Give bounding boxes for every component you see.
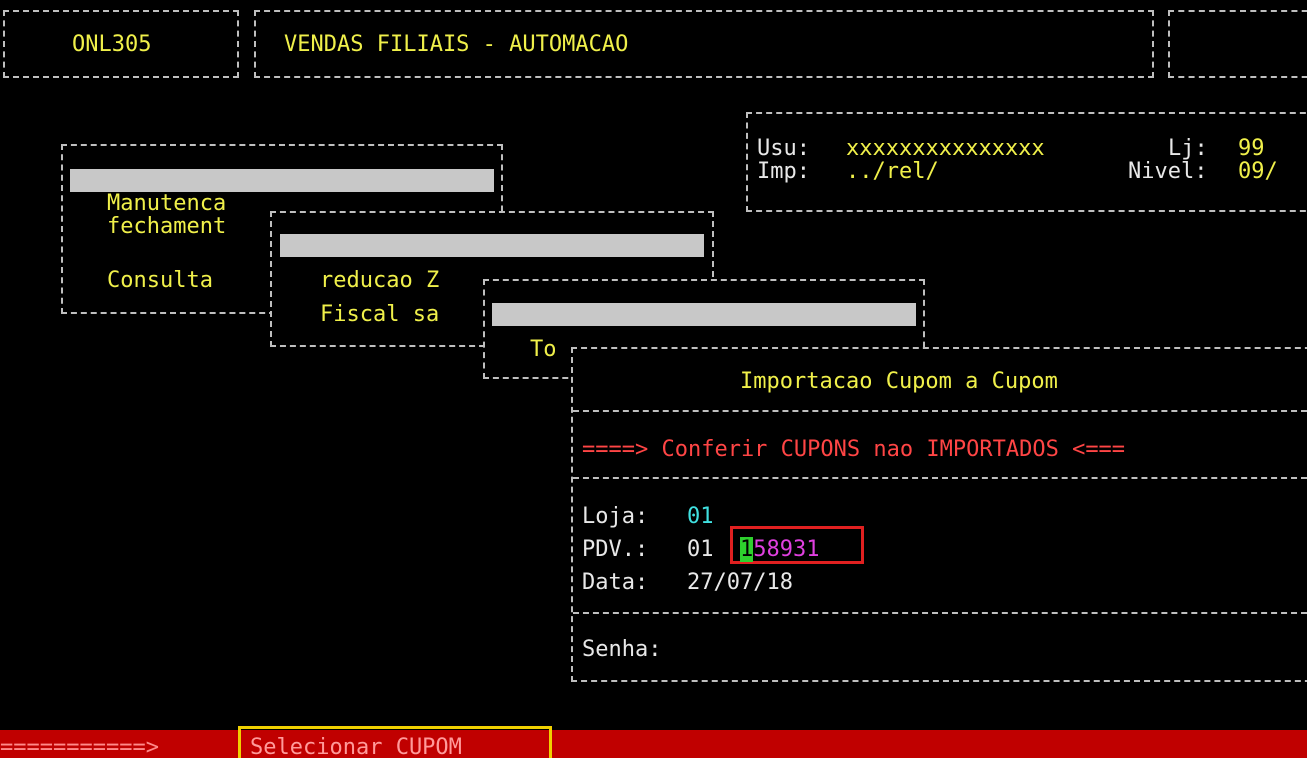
cupom-number-input[interactable]: 158931: [740, 537, 820, 562]
data-label: Data:: [582, 570, 649, 595]
pdv-label: PDV.:: [582, 537, 649, 562]
menu2-item-fiscal[interactable]: Fiscal sa: [320, 303, 439, 326]
menu1-item-fechamento[interactable]: fechament: [107, 215, 226, 238]
menu1-item-consulta[interactable]: Consulta: [107, 269, 213, 292]
import-dialog: [571, 347, 1307, 682]
status-action-label[interactable]: Selecionar CUPOM: [250, 736, 462, 758]
dialog-banner: ====> Conferir CUPONS nao IMPORTADOS <==…: [582, 437, 1126, 462]
menu1-item-importacoes[interactable]: û Importacoes: [70, 169, 494, 215]
dialog-separator-2: [573, 477, 1307, 479]
menu1-item-manutencao[interactable]: Manutenca: [107, 192, 226, 215]
cupom-number-rest: 58931: [753, 537, 820, 562]
user-info-box: [746, 112, 1307, 212]
menu3-item-cupom-a-cupom[interactable]: û Cupom a cupom: [492, 303, 916, 349]
loja-label: Loja:: [582, 504, 649, 529]
senha-input[interactable]: [694, 638, 1094, 661]
dialog-separator-1: [573, 410, 1307, 412]
data-value: 27/07/18: [687, 570, 793, 595]
imp-value: ../rel/: [846, 159, 939, 184]
menu2-marker: û: [306, 256, 320, 281]
usu-label: Usu:: [757, 136, 810, 161]
pdv-value: 01: [687, 537, 714, 562]
dialog-separator-3: [573, 612, 1307, 614]
loja-value: 01: [687, 504, 714, 529]
screen-title: VENDAS FILIAIS - AUTOMACAO: [284, 32, 629, 57]
lj-label: Lj:: [1168, 136, 1208, 161]
nivel-value: 09/: [1238, 159, 1278, 184]
menu2-item-cupons[interactable]: û cuPons: [280, 234, 704, 280]
status-arrow: ===========>: [0, 735, 159, 758]
senha-label: Senha:: [582, 637, 662, 662]
lj-value: 99: [1238, 136, 1265, 161]
right-header-box: [1168, 10, 1307, 78]
program-code: ONL305: [72, 32, 152, 57]
status-bar: [0, 730, 1307, 758]
imp-label: Imp:: [757, 159, 810, 184]
menu2-item-reducao-z[interactable]: reducao Z: [320, 269, 439, 292]
menu3-item-todos[interactable]: To: [530, 338, 557, 361]
nivel-label: Nivel:: [1128, 159, 1208, 184]
dialog-title: Importacao Cupom a Cupom: [740, 369, 1058, 394]
cupom-cursor: 1: [740, 537, 754, 562]
usu-value: xxxxxxxxxxxxxxx: [846, 136, 1045, 161]
